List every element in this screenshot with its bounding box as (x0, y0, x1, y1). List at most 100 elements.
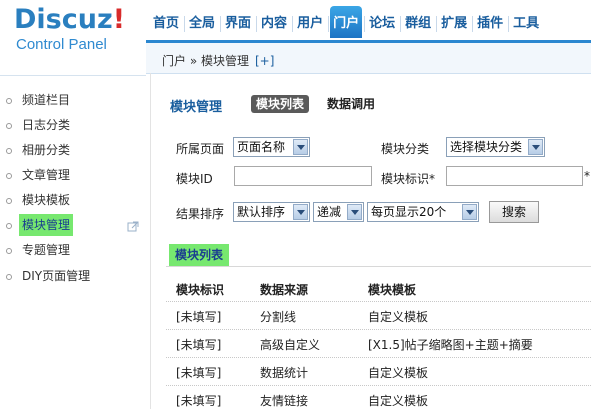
nav-separator (472, 15, 474, 32)
module-ident-input[interactable] (446, 166, 583, 186)
top-nav-item[interactable]: 界面 (222, 6, 254, 38)
nav-separator (436, 15, 438, 32)
search-button[interactable]: 搜索 (489, 201, 539, 223)
bullet-icon (6, 197, 12, 204)
top-nav-item[interactable]: 用户 (294, 6, 326, 38)
column-header-source: 数据来源 (260, 283, 309, 297)
bullet-icon (6, 273, 12, 280)
nav-separator (256, 15, 258, 32)
sidebar-item[interactable]: 日志分类 (6, 114, 73, 136)
sidebar-item[interactable]: 文章管理 (6, 164, 73, 186)
top-nav-item[interactable]: 论坛 (366, 6, 398, 38)
top-nav-item[interactable]: 内容 (258, 6, 290, 38)
breadcrumb-bar: 门户 » 模块管理 [+] (146, 43, 591, 74)
table-row: [未填写] 高级自定义 [X1.5]帖子缩略图+主题+摘要 (166, 329, 591, 356)
page-select-value: 页面名称 (237, 140, 286, 154)
sidebar-item[interactable]: 模块管理 (6, 214, 74, 236)
logo-subtitle: Control Panel (16, 36, 107, 53)
cell-source: 高级自定义 (260, 338, 321, 352)
sidebar-item[interactable]: DIY页面管理 (6, 265, 93, 287)
sidebar-item[interactable]: 模块模板 (6, 189, 73, 211)
nav-separator (184, 15, 186, 32)
cell-template: 自定义模板 (368, 394, 429, 408)
per-page-select-value: 每页显示20个 (371, 205, 447, 219)
column-header-ident: 模块标识 (176, 283, 225, 297)
sidebar-item[interactable]: 频道栏目 (6, 89, 73, 111)
cell-source: 分割线 (260, 310, 297, 324)
sidebar-item-label: 模块管理 (19, 214, 74, 236)
top-navigation: 首页 全局 界面 内容 用户 门户 论坛 群组 扩展 插件 工具 (150, 6, 591, 40)
breadcrumb: 门户 » 模块管理 [+] (162, 52, 274, 69)
chevron-down-icon (293, 139, 308, 155)
bullet-icon (6, 222, 12, 229)
chevron-down-icon (528, 139, 543, 155)
cell-template: 自定义模板 (368, 366, 429, 380)
cell-source: 友情链接 (260, 394, 309, 408)
sidebar-item-label: 频道栏目 (22, 93, 71, 107)
breadcrumb-text: 门户 » 模块管理 (162, 54, 249, 68)
top-nav-item[interactable]: 工具 (510, 6, 542, 38)
open-new-window-icon[interactable] (127, 221, 139, 232)
table-row: [未填写] 数据统计 自定义模板 (166, 357, 591, 384)
bullet-icon (6, 247, 12, 254)
order-select-value: 递减 (317, 205, 342, 219)
sidebar-border (150, 73, 151, 409)
top-nav-item[interactable]: 扩展 (438, 6, 470, 38)
top-nav-item[interactable]: 门户 (330, 6, 363, 38)
nav-separator (292, 15, 294, 32)
sidebar-item-label: 专题管理 (22, 243, 71, 257)
category-select-value: 选择模块分类 (450, 140, 523, 154)
per-page-select[interactable]: 每页显示20个 (367, 202, 479, 222)
sort-select[interactable]: 默认排序 (233, 202, 310, 222)
cell-template: [X1.5]帖子缩略图+主题+摘要 (368, 338, 533, 352)
sidebar-divider (0, 75, 146, 76)
top-nav-item[interactable]: 插件 (474, 6, 506, 38)
sidebar-item-label: 相册分类 (22, 143, 71, 157)
chevron-down-icon (462, 204, 477, 220)
cell-ident: [未填写] (176, 366, 222, 380)
table-row: [未填写] 分割线 自定义模板 (166, 301, 591, 328)
tab-module-list[interactable]: 模块列表 (251, 95, 310, 113)
sidebar-item[interactable]: 相册分类 (6, 139, 73, 161)
nav-separator (328, 15, 330, 32)
top-nav-item[interactable]: 首页 (150, 6, 182, 38)
cell-ident: [未填写] (176, 394, 222, 408)
cell-ident: [未填写] (176, 338, 222, 352)
tab-data-call[interactable]: 数据调用 (327, 95, 375, 113)
table-row: [未填写] 友情链接 自定义模板 (166, 385, 591, 412)
page-filter-label: 所属页面 (176, 142, 225, 156)
sidebar-item[interactable]: 专题管理 (6, 239, 73, 261)
section-title: 模块列表 (169, 244, 230, 266)
category-select[interactable]: 选择模块分类 (446, 137, 545, 157)
sidebar-item-label: 日志分类 (22, 118, 71, 132)
required-marker: * (584, 169, 590, 183)
logo-wordmark: Discuz! (14, 4, 126, 35)
chevron-down-icon (293, 204, 308, 220)
order-select[interactable]: 递减 (313, 202, 364, 222)
cell-ident: [未填写] (176, 310, 222, 324)
discuz-logo[interactable]: Discuz! Control Panel (14, 4, 126, 54)
bullet-icon (6, 172, 12, 179)
add-shortcut-link[interactable]: [+] (255, 54, 274, 68)
module-ident-label: 模块标识* (381, 172, 436, 186)
nav-separator (364, 15, 366, 32)
section-divider (166, 266, 591, 267)
cell-template: 自定义模板 (368, 310, 429, 324)
page-select[interactable]: 页面名称 (233, 137, 310, 157)
sidebar-item-label: DIY页面管理 (22, 269, 91, 283)
top-nav-item[interactable]: 全局 (186, 6, 218, 38)
nav-separator (508, 15, 510, 32)
sidebar-item-label: 文章管理 (22, 168, 71, 182)
category-filter-label: 模块分类 (381, 142, 430, 156)
module-id-input[interactable] (234, 166, 372, 186)
chevron-down-icon (347, 204, 362, 220)
nav-separator (400, 15, 402, 32)
cell-source: 数据统计 (260, 366, 309, 380)
bullet-icon (6, 147, 12, 154)
sort-select-value: 默认排序 (237, 205, 286, 219)
top-nav-item[interactable]: 群组 (402, 6, 434, 38)
column-header-template: 模块模板 (368, 283, 417, 297)
module-id-label: 模块ID (176, 172, 213, 186)
page-title: 模块管理 (170, 100, 223, 115)
sidebar-item-label: 模块模板 (22, 193, 71, 207)
